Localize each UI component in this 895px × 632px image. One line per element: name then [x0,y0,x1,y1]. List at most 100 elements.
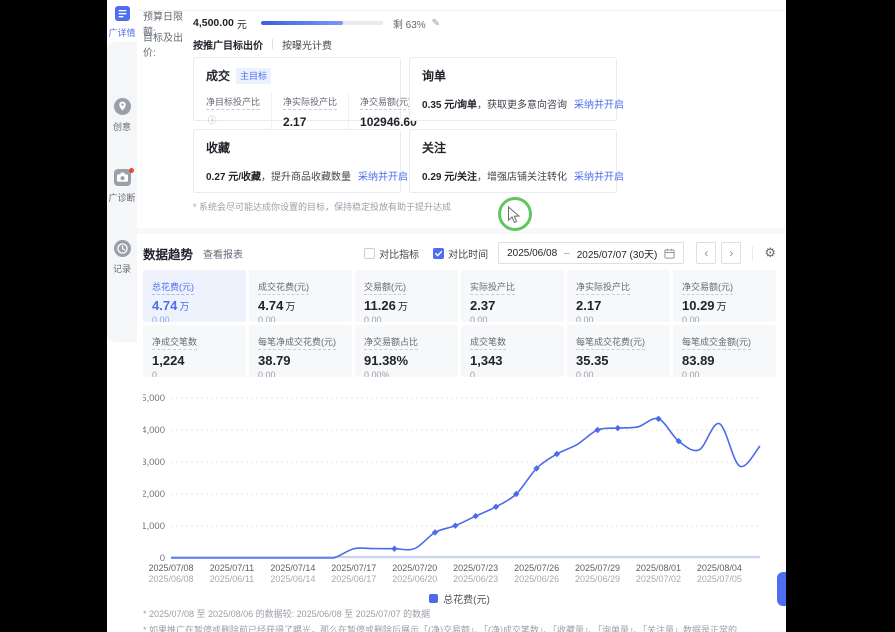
sidebar-item-3[interactable]: 记录 [107,240,137,275]
sidebar-item-1[interactable]: 创意 [107,98,137,133]
footnote-line-0: * 2025/07/08 至 2025/08/06 的数据较: 2025/06/… [143,607,776,623]
metric-compare-value: 0.00 [152,315,237,322]
adopt-enable-link[interactable]: 采纳并开启 [358,172,408,183]
metric-compare-value: 0 [470,370,555,377]
edit-budget-icon[interactable]: ✎ [432,18,440,29]
metric-value: 91.38% [364,353,449,368]
compare-time-label: 对比时间 [448,246,488,261]
metric-compare-value: 0.00% [364,370,449,377]
svg-text:2025/06/20: 2025/06/20 [392,574,437,584]
main-goal-badge: 主目标 [236,68,271,84]
goal-metric-label: 净目标投产比 ⓘ [206,92,260,128]
sidebar-active-item-slot: 广详情 [107,6,137,39]
budget-progress-fill [261,21,343,25]
sidebar-item-2[interactable]: 广诊断 [107,169,137,204]
date-range-picker[interactable]: 2025/06/08 – 2025/07/07 (30天) [498,242,684,264]
metric-label: 每笔成交金额(元) [682,335,751,350]
metric-compare-value: 0.00 [258,370,343,377]
svg-text:2025/07/05: 2025/07/05 [697,574,742,584]
adopt-enable-link[interactable]: 采纳并开启 [574,172,624,183]
metric-compare-value: 0.00 [682,315,767,322]
svg-text:5,000: 5,000 [143,393,165,404]
metric-tile-4[interactable]: 净实际投产比2.170.00 [567,270,670,322]
svg-text:2025/07/20: 2025/07/20 [392,563,437,573]
metric-compare-value: 0.00 [258,315,343,322]
legend-swatch-icon [429,594,438,603]
sidebar-item-label: 广诊断 [107,193,137,204]
svg-text:2025/08/04: 2025/08/04 [697,563,742,573]
goal-cards-grid: 成交主目标净目标投产比ⓘ2.45✎净实际投产比2.17净交易额(元)102946… [193,57,617,193]
tab-separator [272,39,273,49]
prev-period-button[interactable]: ‹ [696,242,716,264]
screenshot-stage: 广详情 创意广诊断记录 预算日限额: 4,500.00 元 剩 63% ✎ 目标… [0,0,895,632]
metric-tile-0[interactable]: 总花费(元)4.74万0.00 [143,270,246,322]
compare-metric-checkbox[interactable]: 对比指标 [364,246,419,261]
tab-exposure-bid[interactable]: 按曝光计费 [282,37,332,52]
metric-tile-7[interactable]: 每笔净成交花费(元)38.790.00 [249,325,352,377]
vertical-divider [752,246,753,260]
metric-tile-2[interactable]: 交易额(元)11.26万0.00 [355,270,458,322]
info-icon[interactable]: ⓘ [208,115,217,125]
metric-label-wrap: 净交易额(元) [682,277,767,295]
chart-legend[interactable]: 总花费(元) [143,591,776,606]
metric-compare-value: 0.00 [576,370,661,377]
metric-tile-5[interactable]: 净交易额(元) 10.29万 0.00 [673,270,776,322]
goal-metric-label-text: 净交易额(元) [360,95,411,110]
metric-tile-10[interactable]: 每笔成交花费(元)35.350.00 [567,325,670,377]
metric-label: 实际投产比 [470,280,515,295]
date-range-start: 2025/06/08 [507,248,557,259]
metric-tile-1[interactable]: 成交花费(元)4.74万0.00 [249,270,352,322]
metric-label-wrap: 净交易额占比 [364,332,449,350]
metric-value: 10.29万 [682,298,767,313]
metric-tile-11[interactable]: 每笔成交金额(元) 83.89 0.00 [673,325,776,377]
checkbox-checked-icon [433,248,444,259]
goal-card-3: 关注0.29 元/关注，增强店铺关注转化采纳并开启 [409,129,617,193]
goal-desc-text: ，获取更多意向咨询 [477,100,567,111]
goal-metric-value: 2.17 [283,115,337,129]
svg-text:2025/06/11: 2025/06/11 [210,574,254,584]
metric-value: 2.17 [576,298,661,313]
metric-label-wrap: 每笔成交金额(元) [682,332,767,350]
svg-text:2025/07/08: 2025/07/08 [148,563,193,573]
sidebar-item-active[interactable]: 广详情 [107,6,137,39]
next-period-button[interactable]: › [721,242,741,264]
target-label: 目标及出价: [143,29,193,59]
metric-label-wrap: 成交笔数 [470,332,555,350]
metric-value: 2.37 [470,298,555,313]
metric-tile-6[interactable]: 净成交笔数1,2240 [143,325,246,377]
mini-sidebar: 广详情 创意广诊断记录 [107,0,137,632]
metric-label: 净实际投产比 [576,280,630,295]
side-drawer-handle[interactable] [777,572,786,606]
svg-text:2,000: 2,000 [143,489,165,500]
sidebar-items: 创意广诊断记录 [107,98,137,311]
goal-price: 0.29 元/关注 [422,172,477,183]
metric-tile-3[interactable]: 实际投产比2.370.00 [461,270,564,322]
compare-time-checkbox[interactable]: 对比时间 [433,246,488,261]
metric-value: 83.89 [682,353,767,368]
metric-label: 每笔成交花费(元) [576,335,645,350]
metric-label: 成交笔数 [470,335,506,350]
svg-text:2025/07/29: 2025/07/29 [575,563,620,573]
svg-text:2025/06/17: 2025/06/17 [331,574,376,584]
adopt-enable-link[interactable]: 采纳并开启 [574,100,624,111]
metric-label: 每笔净成交花费(元) [258,335,336,350]
budget-unit: 元 [237,16,247,31]
svg-text:4,000: 4,000 [143,425,165,436]
metric-unit: 万 [285,302,295,313]
metric-label-wrap: 净实际投产比 [576,277,661,295]
metric-label: 交易额(元) [364,280,406,295]
metric-tile-9[interactable]: 成交笔数1,3430 [461,325,564,377]
goal-card-title: 收藏 [206,139,388,156]
goal-metric-label-text: 净目标投产比 [206,95,260,110]
view-report-link[interactable]: 查看报表 [203,246,243,261]
settings-gear-icon[interactable]: ⚙ [764,245,776,261]
trend-section: 数据趋势 查看报表 对比指标 对比时间 2025/06/08 – 2025/ [143,241,776,632]
pin-icon [114,102,131,119]
metric-label-wrap: 净成交笔数 [152,332,237,350]
svg-text:2025/07/14: 2025/07/14 [270,563,315,573]
tab-target-bid[interactable]: 按推广目标出价 [193,37,263,52]
budget-remaining-label: 剩 63% [393,16,426,31]
metric-tile-8[interactable]: 净交易额占比 91.38% 0.00% [355,325,458,377]
metric-compare-value: 0.00 [682,370,767,377]
trend-chart: 01,0002,0003,0004,0005,0002025/07/082025… [143,390,776,591]
